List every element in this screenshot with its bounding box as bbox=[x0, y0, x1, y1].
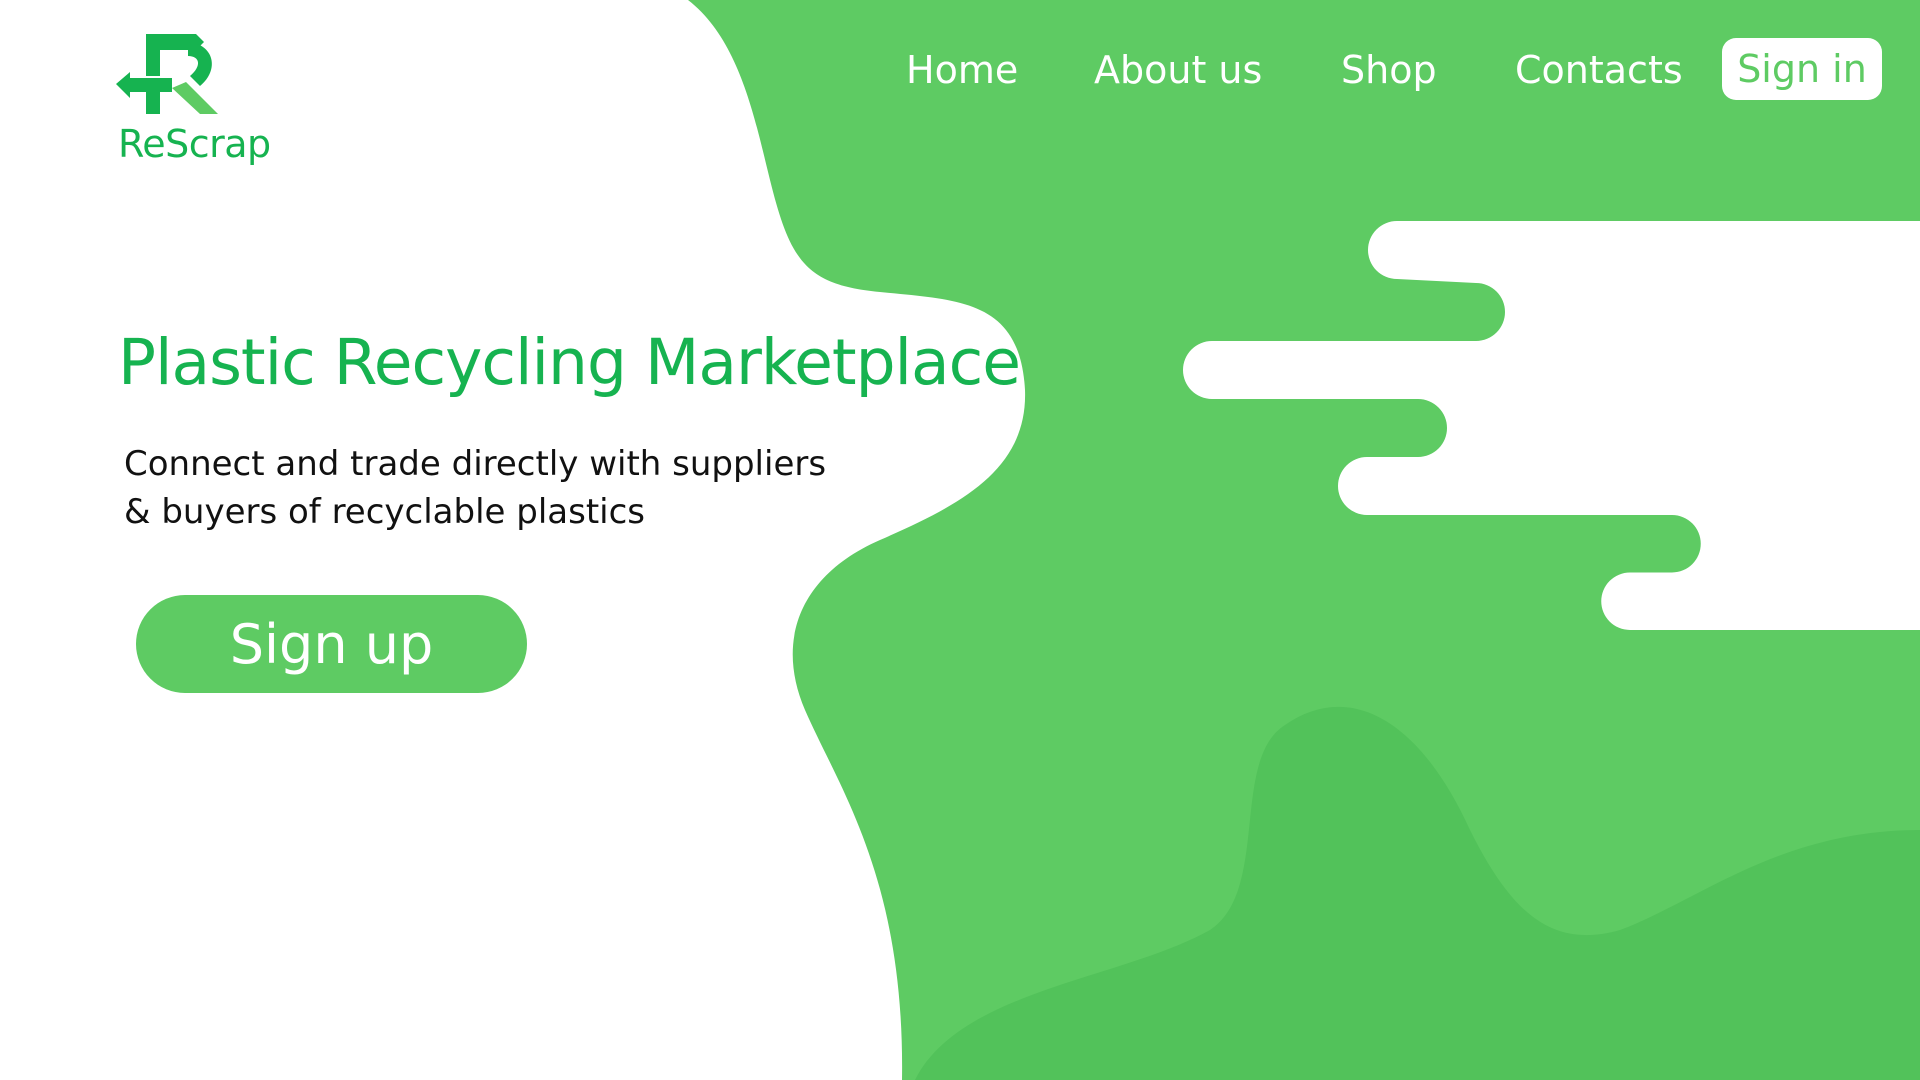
nav-home-link[interactable]: Home bbox=[906, 48, 1018, 92]
background-blob bbox=[688, 0, 1920, 1080]
hero-subtitle: Connect and trade directly with supplier… bbox=[124, 444, 827, 532]
nav-shop-link[interactable]: Shop bbox=[1341, 48, 1437, 92]
hero-title: Plastic Recycling Marketplace bbox=[118, 326, 1021, 399]
nav-contacts-link[interactable]: Contacts bbox=[1515, 48, 1683, 92]
nav-about-link[interactable]: About us bbox=[1094, 48, 1262, 92]
top-nav: Home About us Shop Contacts Sign in bbox=[0, 36, 1920, 104]
sign-up-button[interactable]: Sign up bbox=[136, 595, 527, 693]
logo-text: ReScrap bbox=[118, 122, 271, 166]
sign-in-button[interactable]: Sign in bbox=[1722, 38, 1882, 100]
landing-page: ReScrap Home About us Shop Contacts Sign… bbox=[0, 0, 1920, 1080]
